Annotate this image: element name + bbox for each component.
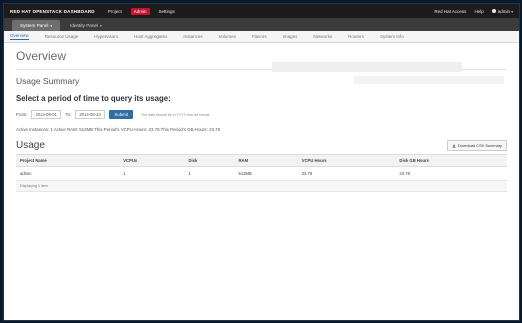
subnav-hypervisors[interactable]: Hypervisors [94, 34, 118, 39]
col-ram[interactable]: RAM [234, 154, 298, 167]
cell-disk-gb-hours: 23.78 [395, 166, 507, 181]
tab-system-panel[interactable]: System Panel ▾ [12, 20, 61, 31]
info-banner-secondary [354, 76, 504, 84]
page-title: Overview [16, 49, 67, 63]
col-vcpus[interactable]: VCPUs [119, 154, 185, 167]
cell-vcpus: 1 [119, 166, 185, 181]
table-footer-row: Displaying 1 item [16, 180, 507, 192]
date-format-hint: The date should be in YYYY-mm-dd format. [141, 112, 211, 117]
chevron-down-icon: ▾ [50, 23, 53, 28]
usage-table: Project Name VCPUs Disk RAM VCPU Hours D… [16, 154, 507, 192]
subnav-images[interactable]: Images [283, 34, 298, 39]
user-icon [491, 9, 496, 14]
panel-bar: System Panel ▾ Identity Panel ▾ [4, 18, 519, 31]
user-menu[interactable]: admin ▾ [491, 8, 513, 14]
subnav-host-aggregates[interactable]: Host Aggregates [134, 34, 167, 39]
col-vcpu-hours[interactable]: VCPU Hours [297, 154, 396, 167]
brand-logo: RED HAT OPENSTACK DASHBOARD [10, 8, 95, 14]
nav-settings[interactable]: Settings [156, 8, 178, 15]
usage-title: Usage [16, 140, 45, 151]
tab-identity-panel[interactable]: Identity Panel ▾ [62, 20, 110, 31]
table-footer: Displaying 1 item [16, 180, 507, 192]
tab-system-panel-label: System Panel [20, 23, 49, 28]
to-date-input[interactable]: 2014-08-13 [75, 110, 106, 119]
usage-stats-line: Active Instances: 1 Active RAM: 512MB Th… [16, 127, 221, 132]
help-link[interactable]: Help [474, 9, 483, 14]
to-label: To: [65, 112, 72, 117]
date-range-form: From: 2014-08-01 To: 2014-08-13 Submit T… [16, 110, 507, 119]
red-hat-access-link[interactable]: Red Hat Access [434, 9, 466, 14]
table-header-row: Project Name VCPUs Disk RAM VCPU Hours D… [16, 154, 507, 167]
subnav-flavors[interactable]: Flavors [252, 34, 267, 39]
col-project-name[interactable]: Project Name [16, 154, 120, 167]
subnav-instances[interactable]: Instances [183, 34, 202, 39]
subnav-networks[interactable]: Networks [313, 34, 332, 39]
sub-nav: Overview Resource Usage Hypervisors Host… [4, 31, 519, 43]
subnav-volumes[interactable]: Volumes [219, 34, 236, 39]
col-disk[interactable]: Disk [184, 154, 235, 167]
download-icon [452, 143, 456, 148]
from-date-input[interactable]: 2014-08-01 [31, 110, 62, 119]
info-banner [272, 62, 462, 72]
table-row: admin 1 1 512MB 23.78 23.78 [16, 166, 507, 181]
chevron-down-icon: ▾ [99, 23, 102, 28]
usage-header: Usage Download CSV Summary [16, 140, 507, 151]
download-csv-button[interactable]: Download CSV Summary [446, 140, 507, 151]
cell-project-name: admin [16, 166, 120, 181]
subnav-overview[interactable]: Overview [10, 33, 29, 40]
subnav-system-info[interactable]: System Info [380, 34, 404, 39]
top-bar: RED HAT OPENSTACK DASHBOARD Project Admi… [4, 4, 519, 18]
subnav-resource-usage[interactable]: Resource Usage [45, 34, 79, 39]
cell-ram: 512MB [234, 166, 298, 181]
top-right-links: Red Hat Access Help admin ▾ [434, 9, 513, 14]
dashboard-frame: RED HAT OPENSTACK DASHBOARD Project Admi… [3, 3, 520, 321]
chevron-down-icon: ▾ [511, 9, 513, 14]
top-nav: Project Admin Settings [105, 7, 178, 15]
subnav-routers[interactable]: Routers [348, 34, 364, 39]
from-label: From: [16, 112, 28, 117]
user-name: admin [497, 8, 510, 14]
select-period-heading: Select a period of time to query its usa… [16, 94, 171, 103]
tab-identity-panel-label: Identity Panel [70, 23, 98, 28]
submit-button[interactable]: Submit [109, 110, 133, 119]
nav-admin[interactable]: Admin [130, 7, 150, 15]
cell-disk: 1 [184, 166, 235, 181]
download-csv-label: Download CSV Summary [457, 143, 502, 148]
nav-project[interactable]: Project [105, 8, 125, 15]
col-disk-gb-hours[interactable]: Disk GB Hours [395, 154, 507, 167]
cell-vcpu-hours: 23.78 [297, 166, 396, 181]
